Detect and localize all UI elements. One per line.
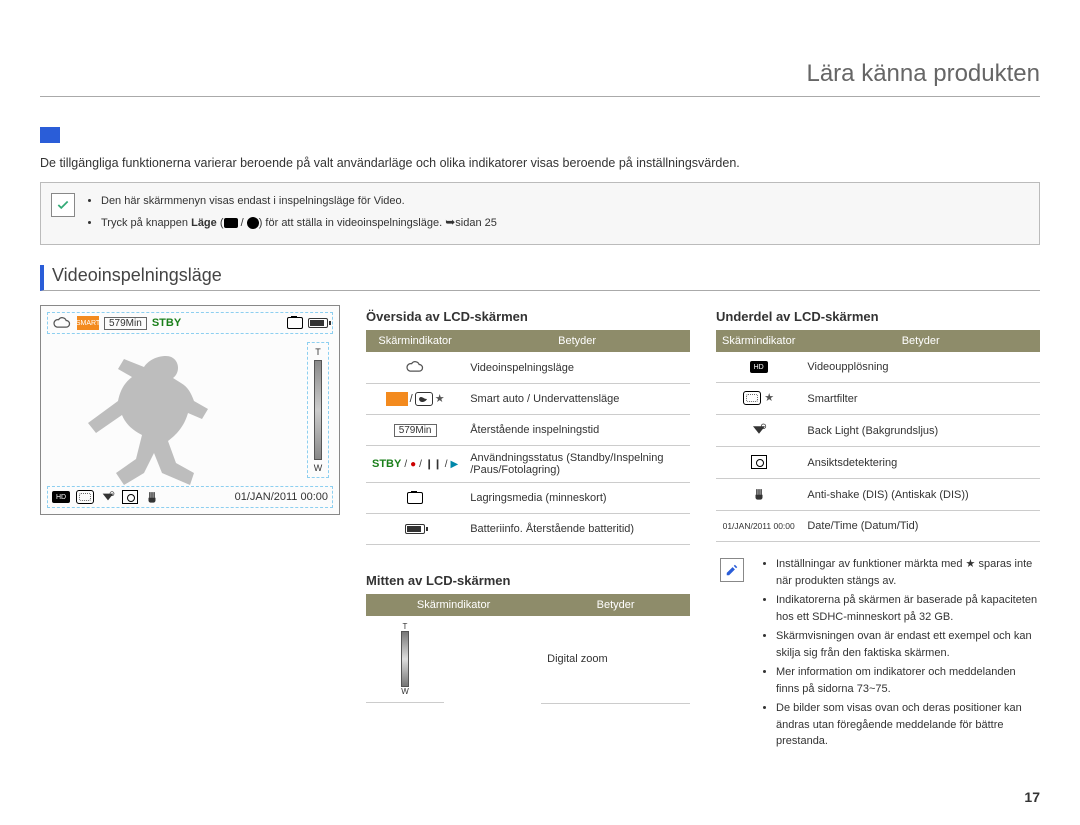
ind-desc: Smartfilter: [801, 383, 1040, 415]
checkmark-icon: [51, 193, 75, 217]
battery-icon: [405, 520, 425, 538]
smartfilter-icon: [76, 490, 94, 504]
note-item: Inställningar av funktioner märkta med ★…: [776, 556, 1040, 589]
face-detect-icon: [751, 453, 767, 471]
th-meaning: Betyder: [541, 594, 690, 616]
mid-indicator-table: Skärmindikator Betyder T W Digital zoom: [366, 594, 690, 704]
ind-desc: Anti-shake (DIS) (Antiskak (DIS)): [801, 479, 1040, 511]
th-meaning: Betyder: [801, 330, 1040, 352]
backlight-icon: [750, 421, 768, 439]
smart-underwater-icon: /★: [372, 390, 458, 408]
datetime-label: 01/JAN/2011 00:00: [723, 517, 795, 535]
pencil-icon: [720, 558, 744, 582]
cloud-icon: [405, 358, 425, 376]
top-table-title: Översida av LCD-skärmen: [366, 309, 690, 324]
zoom-icon: [401, 631, 409, 687]
status-icons: STBY/●/❙❙/▶: [372, 455, 458, 473]
mid-table-title: Mitten av LCD-skärmen: [366, 573, 690, 588]
stby-label: STBY: [152, 317, 181, 329]
smartfilter-icon: ★: [743, 389, 774, 407]
ind-desc: Videoinspelningsläge: [464, 352, 690, 384]
ind-desc: Ansiktsdetektering: [801, 447, 1040, 479]
note-box-top: Den här skärmmenyn visas endast i inspel…: [40, 182, 1040, 245]
lcd-top-bar: SMART 579Min STBY: [47, 312, 333, 334]
note-item: Den här skärmmenyn visas endast i inspel…: [101, 193, 1027, 211]
section-title: Videoinspelningsläge: [40, 265, 1040, 291]
lcd-bottom-bar: HD 01/JAN/2011 00:00: [47, 486, 333, 508]
lcd-preview: SMART 579Min STBY T W HD: [40, 305, 340, 515]
ind-desc: Användningsstatus (Standby/Inspelning /P…: [464, 446, 690, 483]
photo-mode-small-icon: [247, 217, 259, 229]
ind-desc: Återstående inspelningstid: [464, 415, 690, 446]
intro-text: De tillgängliga funktionerna varierar be…: [40, 156, 1040, 170]
note-item: De bilder som visas ovan och deras posit…: [776, 700, 1040, 750]
antishake-icon: [750, 485, 768, 503]
video-mode-icon: [40, 127, 60, 143]
note-item: Tryck på knappen Läge ( / ) för att stäl…: [101, 213, 1027, 233]
battery-icon: [308, 318, 328, 328]
bottom-table-title: Underdel av LCD-skärmen: [716, 309, 1040, 324]
note-item: Mer information om indikatorer och medde…: [776, 664, 1040, 697]
bottom-indicator-table: Skärmindikator Betyder HD Videoupplösning…: [716, 330, 1040, 542]
zoom-bar: T W: [307, 342, 329, 478]
th-indicator: Skärmindikator: [366, 330, 464, 352]
subject-silhouette: [71, 348, 241, 488]
page-number: 17: [1024, 789, 1040, 805]
hd-icon: HD: [750, 358, 768, 376]
ind-desc: Date/Time (Datum/Tid): [801, 511, 1040, 542]
zoom-wide-label: W: [314, 463, 323, 473]
time-remaining: 579Min: [104, 317, 147, 330]
top-indicator-table: Skärmindikator Betyder Videoinspelningsl…: [366, 330, 690, 545]
ind-desc: Digital zoom: [541, 616, 690, 703]
note-item: Indikatorerna på skärmen är baserade på …: [776, 592, 1040, 625]
notes-bottom: Inställningar av funktioner märkta med ★…: [716, 556, 1040, 750]
th-meaning: Betyder: [464, 330, 690, 352]
ind-desc: Back Light (Bakgrundsljus): [801, 415, 1040, 447]
face-detect-icon: [122, 490, 138, 504]
ind-desc: Batteriinfo. Återstående batteritid): [464, 514, 690, 545]
antishake-icon: [144, 490, 160, 504]
cloud-icon: [52, 316, 72, 330]
note-item: Skärmvisningen ovan är endast ett exempe…: [776, 628, 1040, 661]
smart-chip-icon: SMART: [77, 316, 99, 330]
video-mode-small-icon: [224, 218, 238, 228]
zoom-tele-label: T: [315, 347, 321, 357]
th-indicator: Skärmindikator: [716, 330, 801, 352]
card-icon: [287, 317, 303, 329]
ind-desc: Videoupplösning: [801, 352, 1040, 383]
datetime-readout: 01/JAN/2011 00:00: [235, 491, 328, 503]
time-box-icon: 579Min: [394, 421, 437, 439]
page-header: Lära känna produkten: [40, 60, 1040, 97]
hd-icon: HD: [52, 491, 70, 503]
card-icon: [407, 489, 423, 507]
backlight-icon: [100, 490, 116, 504]
th-indicator: Skärmindikator: [366, 594, 541, 616]
ind-desc: Lagringsmedia (minneskort): [464, 483, 690, 514]
ind-desc: Smart auto / Undervattensläge: [464, 384, 690, 415]
